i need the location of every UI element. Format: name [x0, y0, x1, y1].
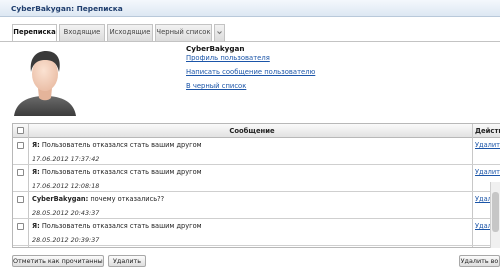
tabs-dropdown-button[interactable]: [214, 24, 225, 41]
scrollbar-thumb[interactable]: [492, 192, 499, 232]
message-line: Я: Пользователь отказался стать вашим др…: [32, 168, 202, 176]
table-row: Я: Пользователь отказался стать вашим др…: [13, 219, 500, 246]
mark-as-read-button[interactable]: Отметить как прочитанные: [12, 255, 104, 267]
delete-link[interactable]: Удалить: [475, 168, 500, 176]
tab-conversation[interactable]: Переписка: [12, 24, 57, 42]
message-sender: Я:: [32, 222, 40, 230]
tab-inbox[interactable]: Входящие: [59, 24, 105, 41]
write-message-link[interactable]: Написать сообщение пользователю: [186, 68, 315, 76]
profile-username: CyberBakygan: [186, 44, 245, 53]
message-line: CyberBakygan: почему отказались??: [32, 195, 164, 203]
delete-button[interactable]: Удалить: [108, 255, 146, 267]
message-date: 17.06.2012 17:37:42: [32, 155, 100, 163]
table-row: Я: Пользователь отказался стать вашим др…: [13, 165, 500, 192]
message-line: Я: Пользователь отказался стать вашим др…: [32, 141, 202, 149]
table-row: Я: Пользователь отказался стать вашим др…: [13, 138, 500, 165]
delete-link[interactable]: Удалить: [475, 141, 500, 149]
tab-blacklist[interactable]: Черный список: [155, 24, 212, 41]
message-text: почему отказались??: [90, 195, 165, 203]
column-header-message: Сообщение: [229, 127, 275, 135]
message-text: Пользователь отказался стать вашим друго…: [41, 141, 202, 149]
message-text: Пользователь отказался стать вашим друго…: [41, 222, 202, 230]
column-header-action: Действ: [475, 127, 500, 135]
delete-all-button[interactable]: Удалить во: [459, 255, 500, 267]
row-checkbox[interactable]: [17, 223, 24, 230]
message-sender: Я:: [32, 141, 40, 149]
page-title: CyberBakygan: Переписка: [11, 4, 123, 13]
user-avatar-icon: [14, 51, 76, 116]
row-checkbox[interactable]: [17, 142, 24, 149]
message-text: Пользователь отказался стать вашим друго…: [41, 168, 202, 176]
title-bar: CyberBakygan: Переписка: [0, 0, 500, 17]
chevron-down-icon: [217, 31, 222, 35]
row-checkbox[interactable]: [17, 169, 24, 176]
message-date: 28.05.2012 20:43:37: [32, 209, 100, 217]
message-sender: CyberBakygan:: [32, 195, 89, 203]
vertical-scrollbar[interactable]: [490, 182, 500, 248]
table-header: Сообщение Действ: [13, 124, 500, 138]
table-row: CyberBakygan: почему отказались?? 28.05.…: [13, 192, 500, 219]
tab-divider: [0, 41, 500, 42]
message-date: 17.06.2012 12:08:18: [32, 182, 100, 190]
select-all-checkbox[interactable]: [17, 127, 24, 134]
message-sender: Я:: [32, 168, 40, 176]
blacklist-link[interactable]: В черный список: [186, 82, 246, 90]
message-line: Я: Пользователь отказался стать вашим др…: [32, 222, 202, 230]
tab-outbox[interactable]: Исходящие: [107, 24, 153, 41]
row-checkbox[interactable]: [17, 196, 24, 203]
message-date: 28.05.2012 20:39:37: [32, 236, 100, 244]
messages-table: Сообщение Действ Я: Пользователь отказал…: [12, 123, 500, 248]
profile-link[interactable]: Профиль пользователя: [186, 54, 270, 62]
